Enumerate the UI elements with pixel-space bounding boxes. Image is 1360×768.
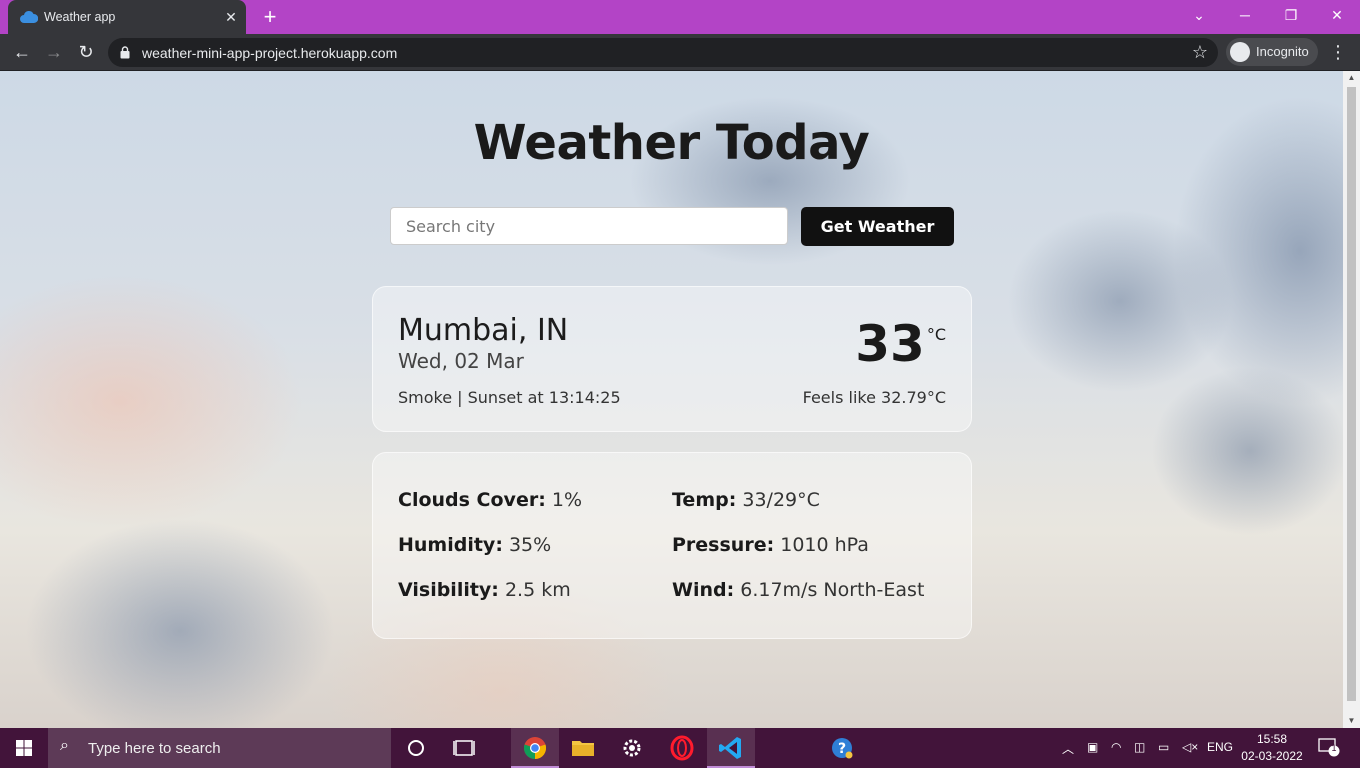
minimize-button[interactable]: ─ [1222, 0, 1268, 32]
weather-description: Smoke | Sunset at 13:14:25 [398, 388, 621, 407]
action-center-icon[interactable]: 1 [1318, 737, 1340, 757]
feels-like: Feels like 32.79°C [802, 388, 946, 407]
windows-taskbar: ⌕ Type here to search ? ︿ ▣ ◠ ◫ ▭ ◁× ENG… [0, 728, 1360, 768]
page-viewport: Weather Today Get Weather Mumbai, IN Wed… [0, 71, 1343, 728]
city-name: Mumbai, IN [398, 313, 569, 348]
visibility-label: Visibility: [398, 579, 499, 601]
restore-button[interactable]: ❐ [1268, 0, 1314, 32]
browser-menu-icon[interactable]: ⋮ [1328, 38, 1348, 66]
wind-stat: Wind: 6.17m/s North-East [672, 579, 924, 601]
wind-value: 6.17m/s North-East [734, 579, 925, 601]
scrollbar-thumb[interactable] [1347, 87, 1356, 701]
settings-gear-icon[interactable] [608, 728, 656, 768]
humidity-value: 35% [502, 534, 552, 556]
lock-icon [120, 46, 130, 59]
wifi-icon[interactable]: ◠ [1111, 740, 1121, 754]
get-weather-button[interactable]: Get Weather [801, 207, 954, 246]
help-icon[interactable]: ? [818, 728, 866, 768]
clock-time: 15:58 [1256, 732, 1288, 746]
cloud-icon [20, 10, 38, 23]
windows-start-icon[interactable] [0, 728, 48, 768]
forward-arrow-icon[interactable]: → [40, 38, 68, 66]
clouds-cover-stat: Clouds Cover: 1% [398, 489, 582, 511]
page-scrollbar[interactable]: ▲ ▼ [1343, 71, 1360, 728]
wind-label: Wind: [672, 579, 735, 601]
current-temperature: 33 °C [855, 315, 946, 373]
taskbar-search-placeholder: Type here to search [88, 740, 221, 757]
browser-titlebar: Weather app ✕ + ⌄ ─ ❐ ✕ [0, 0, 1360, 34]
temp-range-label: Temp: [672, 489, 737, 511]
browser-tab[interactable]: Weather app ✕ [8, 0, 246, 34]
incognito-label: Incognito [1256, 44, 1309, 59]
taskbar-search-box[interactable]: ⌕ Type here to search [48, 728, 391, 768]
pressure-stat: Pressure: 1010 hPa [672, 534, 869, 556]
scroll-down-icon[interactable]: ▼ [1343, 714, 1360, 728]
temp-range-value: 33/29°C [736, 489, 820, 511]
tab-close-icon[interactable]: ✕ [222, 8, 240, 26]
page-title: Weather Today [473, 115, 870, 171]
tab-title: Weather app [44, 10, 116, 24]
file-explorer-icon[interactable] [559, 728, 607, 768]
network-icon[interactable]: ◫ [1134, 740, 1145, 754]
taskbar-clock[interactable]: 15:58 02-03-2022 [1240, 731, 1304, 765]
cortana-icon[interactable] [392, 728, 440, 768]
vscode-icon [719, 737, 741, 759]
address-bar[interactable]: weather-mini-app-project.herokuapp.com ☆ [108, 38, 1218, 67]
clouds-cover-label: Clouds Cover: [398, 489, 546, 511]
url-text: weather-mini-app-project.herokuapp.com [142, 45, 398, 61]
battery-icon[interactable]: ▭ [1158, 740, 1169, 754]
current-weather-card: Mumbai, IN Wed, 02 Mar Smoke | Sunset at… [372, 286, 972, 432]
volume-muted-icon[interactable]: ◁× [1182, 740, 1198, 754]
temp-range-stat: Temp: 33/29°C [672, 489, 820, 511]
scroll-up-icon[interactable]: ▲ [1343, 71, 1360, 85]
clouds-cover-value: 1% [545, 489, 582, 511]
chrome-taskbar-icon[interactable] [511, 728, 559, 768]
pressure-label: Pressure: [672, 534, 775, 556]
humidity-stat: Humidity: 35% [398, 534, 551, 556]
bookmark-star-icon[interactable]: ☆ [1192, 42, 1208, 63]
svg-text:?: ? [838, 741, 846, 757]
pressure-value: 1010 hPa [774, 534, 869, 556]
notification-count: 1 [1331, 743, 1337, 753]
meet-now-icon[interactable]: ▣ [1087, 740, 1098, 754]
task-view-icon[interactable] [440, 728, 488, 768]
chrome-icon [523, 737, 547, 760]
reload-icon[interactable]: ↻ [72, 38, 100, 66]
temperature-value: 33 [855, 315, 925, 373]
incognito-icon [1230, 42, 1250, 62]
search-icon: ⌕ [60, 737, 69, 754]
visibility-stat: Visibility: 2.5 km [398, 579, 571, 601]
browser-toolbar: ← → ↻ weather-mini-app-project.herokuapp… [0, 34, 1360, 71]
vscode-taskbar-icon[interactable] [707, 728, 755, 768]
humidity-label: Humidity: [398, 534, 503, 556]
temperature-unit: °C [926, 325, 946, 344]
language-indicator[interactable]: ENG [1207, 740, 1233, 754]
current-date: Wed, 02 Mar [398, 349, 524, 373]
clock-date: 02-03-2022 [1241, 749, 1303, 763]
opera-icon[interactable] [658, 728, 706, 768]
city-search-input[interactable] [390, 207, 788, 245]
visibility-value: 2.5 km [498, 579, 571, 601]
tab-search-icon[interactable]: ⌄ [1176, 0, 1222, 32]
show-hidden-icons-icon[interactable]: ︿ [1062, 740, 1074, 757]
close-window-button[interactable]: ✕ [1314, 0, 1360, 32]
incognito-profile-button[interactable]: Incognito [1226, 38, 1318, 66]
new-tab-button[interactable]: + [258, 6, 282, 28]
weather-details-card: Clouds Cover: 1% Humidity: 35% Visibilit… [372, 452, 972, 639]
back-arrow-icon[interactable]: ← [8, 38, 36, 66]
